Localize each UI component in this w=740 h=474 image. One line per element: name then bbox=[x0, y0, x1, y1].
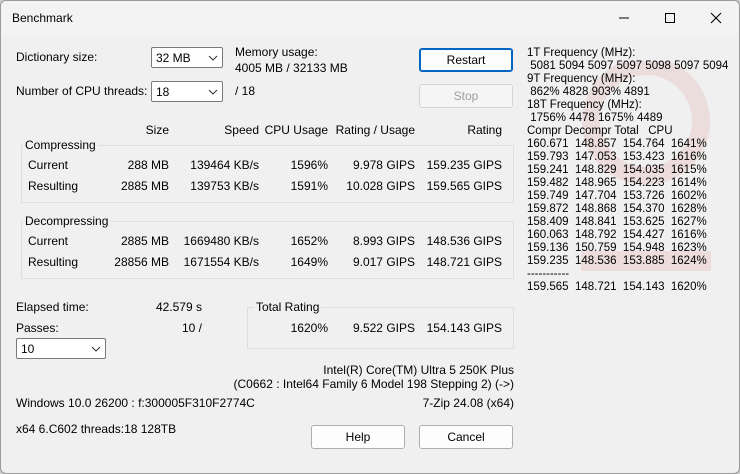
row-label: Current bbox=[28, 158, 69, 172]
cpu-threads-value: 18 bbox=[156, 85, 170, 99]
log-line: Compr Decompr Total CPU bbox=[527, 125, 673, 137]
size-value: 2885 MB bbox=[120, 234, 169, 248]
log-line: 18T Frequency (MHz): bbox=[527, 99, 642, 111]
header-size: Size bbox=[145, 123, 169, 137]
stop-button[interactable]: Stop bbox=[419, 84, 513, 108]
cpu-details: (C0662 : Intel64 Family 6 Model 198 Step… bbox=[233, 377, 514, 391]
log-line: 159.241 148.829 154.035 1615% bbox=[527, 164, 707, 176]
total-rating-usage: 9.522 GIPS bbox=[352, 321, 415, 335]
cancel-button[interactable]: Cancel bbox=[419, 425, 513, 449]
chevron-down-icon bbox=[91, 346, 101, 352]
cpu-usage-value: 1596% bbox=[290, 158, 328, 172]
cpu-threads-max: / 18 bbox=[235, 84, 256, 98]
row-label: Resulting bbox=[28, 255, 79, 269]
cpu-usage-value: 1591% bbox=[290, 179, 328, 193]
rating-value: 159.565 GIPS bbox=[426, 179, 502, 193]
restart-button[interactable]: Restart bbox=[419, 48, 513, 72]
row-label: Resulting bbox=[28, 179, 79, 193]
log-line: 159.565 148.721 154.143 1620% bbox=[527, 281, 707, 293]
speed-value: 139753 KB/s bbox=[190, 179, 259, 193]
dictionary-size-value: 32 MB bbox=[156, 51, 191, 65]
close-icon bbox=[710, 12, 722, 24]
total-cpu-usage: 1620% bbox=[290, 321, 328, 335]
total-rating-label: Total Rating bbox=[254, 300, 322, 314]
row-label: Current bbox=[28, 234, 69, 248]
log-line: 158.409 148.841 153.625 1627% bbox=[527, 216, 707, 228]
log-line: 159.136 150.759 154.948 1623% bbox=[527, 242, 707, 254]
log-line: 1756% 4478 1675% 4489 bbox=[527, 112, 663, 124]
log-line: 159.749 147.704 153.726 1602% bbox=[527, 190, 707, 202]
compressing-group bbox=[21, 145, 514, 203]
log-line: 862% 4828 903% 4891 bbox=[527, 86, 650, 98]
memory-usage-value: 4005 MB / 32133 MB bbox=[235, 61, 348, 75]
header-cpu-usage: CPU Usage bbox=[264, 123, 328, 137]
log-line: 160.671 148.857 154.764 1641% bbox=[527, 138, 707, 150]
memory-usage-label: Memory usage: bbox=[235, 45, 318, 59]
minimize-icon bbox=[619, 17, 629, 19]
cpu-usage-value: 1652% bbox=[290, 234, 328, 248]
size-value: 288 MB bbox=[127, 158, 169, 172]
size-value: 28856 MB bbox=[114, 255, 169, 269]
rating-usage-value: 10.028 GIPS bbox=[346, 179, 415, 193]
chevron-down-icon bbox=[208, 55, 218, 61]
dictionary-size-label: Dictionary size: bbox=[16, 50, 98, 64]
speed-value: 139464 KB/s bbox=[190, 158, 259, 172]
log-line: ----------- bbox=[527, 268, 570, 280]
benchmark-window: Benchmark Dictionary size: 32 MB Number … bbox=[0, 0, 740, 474]
cpu-usage-value: 1649% bbox=[290, 255, 328, 269]
benchmark-log: 1T Frequency (MHz): 5081 5094 5097 5097 … bbox=[527, 47, 732, 294]
header-speed: Speed bbox=[224, 123, 259, 137]
os-info: Windows 10.0 26200 : f:300005F310F2774C bbox=[16, 396, 255, 410]
rating-usage-value: 9.017 GIPS bbox=[352, 255, 415, 269]
log-line: 159.872 148.868 154.370 1628% bbox=[527, 203, 707, 215]
passes-select[interactable]: 10 bbox=[16, 338, 106, 359]
rating-value: 159.235 GIPS bbox=[426, 158, 502, 172]
header-rating-usage: Rating / Usage bbox=[335, 123, 415, 137]
dictionary-size-select[interactable]: 32 MB bbox=[151, 47, 223, 68]
title-bar[interactable]: Benchmark bbox=[1, 1, 739, 35]
window-title: Benchmark bbox=[12, 11, 73, 25]
log-line: 5081 5094 5097 5097 5098 5097 5094 bbox=[527, 60, 729, 72]
rating-usage-value: 9.978 GIPS bbox=[352, 158, 415, 172]
chevron-down-icon bbox=[208, 89, 218, 95]
decompressing-group bbox=[21, 221, 514, 279]
rating-value: 148.721 GIPS bbox=[426, 255, 502, 269]
cpu-threads-label: Number of CPU threads: bbox=[16, 84, 148, 98]
cpu-threads-select[interactable]: 18 bbox=[151, 81, 223, 102]
maximize-button[interactable] bbox=[647, 1, 693, 35]
elapsed-time-label: Elapsed time: bbox=[16, 300, 89, 314]
passes-label: Passes: bbox=[16, 321, 59, 335]
compressing-label: Compressing bbox=[23, 138, 98, 152]
maximize-icon bbox=[665, 13, 675, 23]
help-button[interactable]: Help bbox=[311, 425, 405, 449]
log-line: 1T Frequency (MHz): bbox=[527, 47, 636, 59]
passes-select-value: 10 bbox=[21, 342, 35, 356]
speed-value: 1669480 KB/s bbox=[183, 234, 259, 248]
header-rating: Rating bbox=[467, 123, 502, 137]
passes-value: 10 / bbox=[181, 321, 202, 335]
cpu-name: Intel(R) Core(TM) Ultra 5 250K Plus bbox=[323, 363, 514, 377]
log-line: 159.235 148.536 153.885 1624% bbox=[527, 255, 707, 267]
log-line: 160.063 148.792 154.427 1616% bbox=[527, 229, 707, 241]
size-value: 2885 MB bbox=[120, 179, 169, 193]
close-button[interactable] bbox=[693, 1, 739, 35]
rating-usage-value: 8.993 GIPS bbox=[352, 234, 415, 248]
version-info: 7-Zip 24.08 (x64) bbox=[422, 396, 514, 410]
minimize-button[interactable] bbox=[601, 1, 647, 35]
decompressing-label: Decompressing bbox=[23, 214, 111, 228]
rating-value: 148.536 GIPS bbox=[426, 234, 502, 248]
log-line: 9T Frequency (MHz): bbox=[527, 73, 636, 85]
elapsed-time-value: 42.579 s bbox=[155, 300, 202, 314]
total-rating-value: 154.143 GIPS bbox=[426, 321, 502, 335]
log-line: 159.793 147.053 153.423 1616% bbox=[527, 151, 707, 163]
log-line: 159.482 148.965 154.223 1614% bbox=[527, 177, 707, 189]
speed-value: 1671554 KB/s bbox=[183, 255, 259, 269]
arch-info: x64 6.C602 threads:18 128TB bbox=[16, 422, 177, 436]
